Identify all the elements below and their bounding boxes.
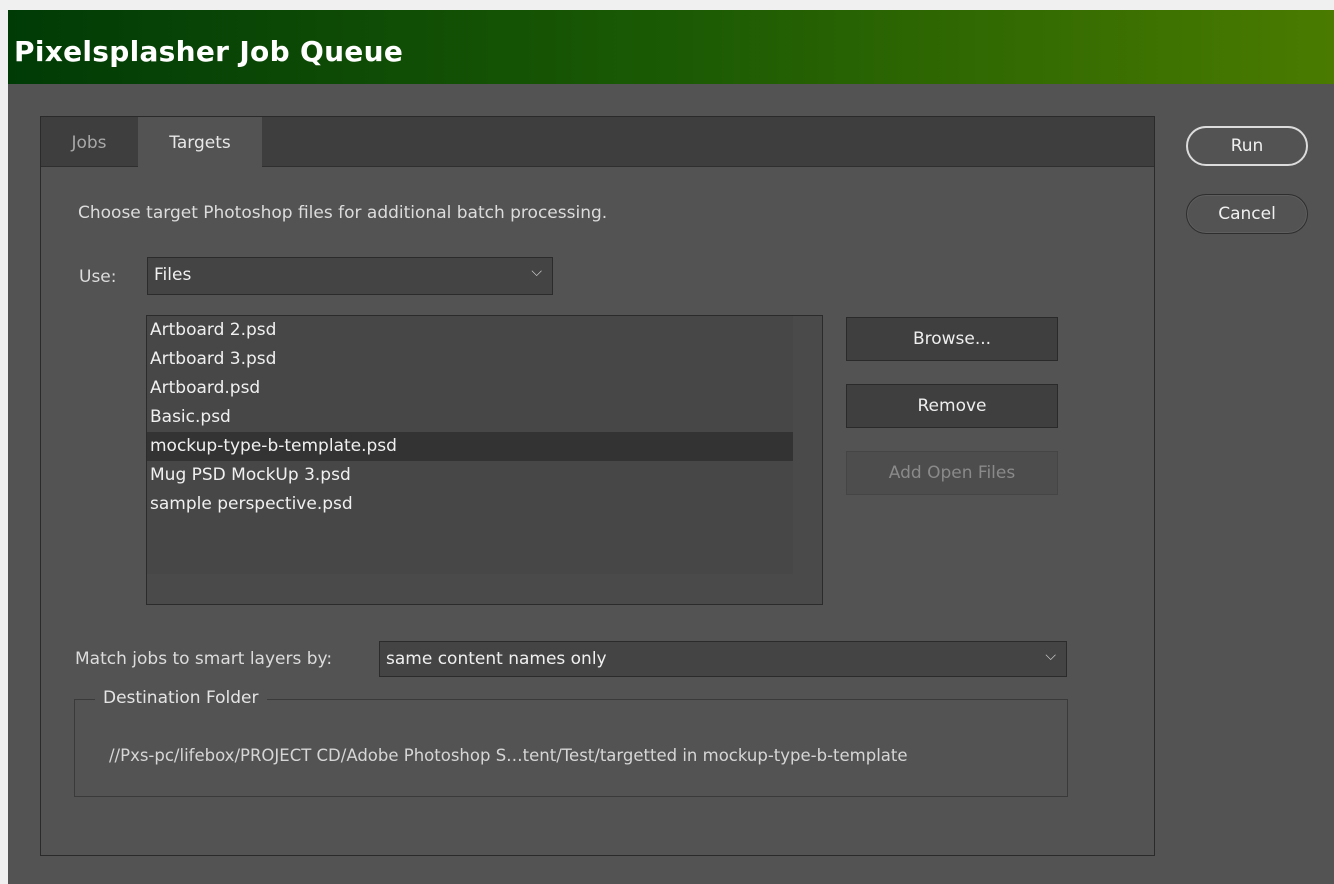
list-item[interactable]: sample perspective.psd	[147, 490, 793, 519]
destination-folder-path: //Pxs-pc/lifebox/PROJECT CD/Adobe Photos…	[109, 746, 908, 765]
tab-strip: Jobs Targets	[41, 117, 1154, 168]
destination-folder-legend: Destination Folder	[95, 688, 267, 708]
match-select[interactable]: same content names only ⌵	[379, 641, 1067, 677]
list-item[interactable]: Artboard 3.psd	[147, 345, 793, 374]
add-open-files-button[interactable]: Add Open Files	[846, 451, 1058, 495]
list-item[interactable]: Artboard.psd	[147, 374, 793, 403]
list-item[interactable]: Artboard 2.psd	[147, 316, 793, 345]
list-item-selected[interactable]: mockup-type-b-template.psd	[147, 432, 793, 461]
tab-jobs[interactable]: Jobs	[41, 117, 137, 167]
window-title: Pixelsplasher Job Queue	[14, 35, 404, 68]
title-bar: Pixelsplasher Job Queue	[8, 10, 1334, 84]
use-select[interactable]: Files ⌵	[147, 257, 553, 295]
tab-panel: Jobs Targets Choose target Photoshop fil…	[40, 116, 1155, 856]
chevron-down-icon: ⌵	[531, 264, 542, 280]
target-files-list[interactable]: Artboard 2.psd Artboard 3.psd Artboard.p…	[146, 315, 823, 605]
destination-folder-group: Destination Folder //Pxs-pc/lifebox/PROJ…	[74, 688, 1068, 797]
chevron-down-icon: ⌵	[1045, 648, 1056, 664]
list-item[interactable]: Basic.psd	[147, 403, 793, 432]
browse-button[interactable]: Browse...	[846, 317, 1058, 361]
remove-button[interactable]: Remove	[846, 384, 1058, 428]
list-item[interactable]: Mug PSD MockUp 3.psd	[147, 461, 793, 490]
targets-description: Choose target Photoshop files for additi…	[78, 203, 608, 223]
match-label: Match jobs to smart layers by:	[75, 649, 333, 669]
tab-targets[interactable]: Targets	[138, 117, 262, 168]
use-label: Use:	[79, 267, 117, 287]
use-select-value: Files	[154, 265, 192, 285]
run-button[interactable]: Run	[1186, 126, 1308, 166]
target-files-list-viewport: Artboard 2.psd Artboard 3.psd Artboard.p…	[147, 316, 793, 574]
cancel-button[interactable]: Cancel	[1186, 194, 1308, 234]
match-select-value: same content names only	[386, 649, 607, 669]
